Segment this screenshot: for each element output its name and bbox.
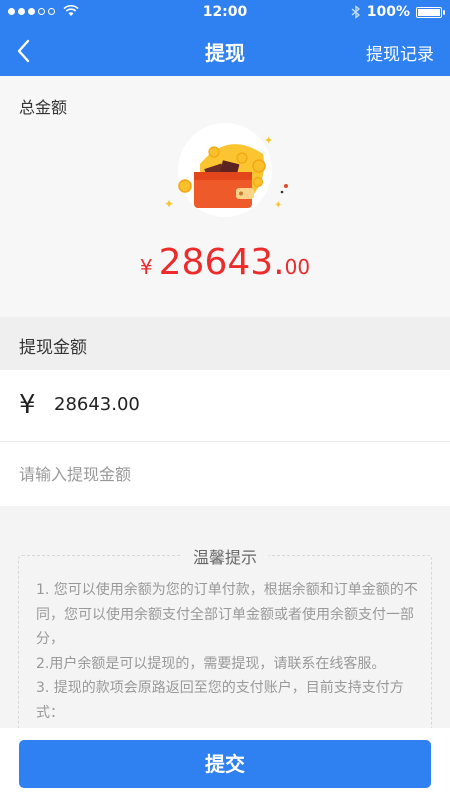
tip-line: 1. 您可以使用余额为您的订单付款，根据余额和订单金额的不同，您可以使用余额支付… [36,582,418,648]
tip-line: 3. 提现的款项会原路返回至您的支付账户，目前支持支付方式： [36,680,404,721]
withdrawable-amount: 28643.00 [54,394,140,415]
submit-button[interactable]: 提交 [19,740,431,788]
withdraw-amount-header: 提现金额 [0,317,450,370]
svg-text:✦: ✦ [274,200,282,211]
tip-line: 2.用户余额是可以提现的，需要提现，请联系在线客服。 [36,655,386,672]
wallet-icon: ✦ ✦ ✦ [164,123,288,217]
withdraw-amount-label: 提现金额 [19,338,87,358]
battery-icon [416,6,445,18]
total-amount-value: ¥28643.00 [0,242,450,283]
tips-title: 温馨提示 [19,544,431,568]
bluetooth-icon [351,5,360,19]
battery-percent: 100% [366,4,410,20]
submit-bar: 提交 [0,728,450,800]
tips-body: 1. 您可以使用余额为您的订单付款，根据余额和订单金额的不同，您可以使用余额支付… [36,578,418,726]
withdraw-input-row [0,442,450,506]
withdrawable-amount-row: ¥ 28643.00 [0,370,450,442]
status-right: 100% [351,4,445,20]
yen-icon: ¥ [19,390,36,420]
total-amount-label: 总金额 [19,98,68,117]
total-amount-section: 总金额 ✦ ✦ ✦ ¥28643.00 [0,76,450,317]
svg-text:✦: ✦ [164,197,174,211]
nav-bar: 提现 提现记录 [0,26,450,76]
amount-decimal: 00 [284,255,311,279]
currency-symbol: ¥ [139,255,153,279]
withdraw-amount-input[interactable] [19,456,429,492]
withdraw-record-link[interactable]: 提现记录 [366,40,434,65]
svg-text:✦: ✦ [264,134,273,147]
status-bar: 12:00 100% [0,0,450,26]
amount-integer: 28643. [158,242,285,283]
